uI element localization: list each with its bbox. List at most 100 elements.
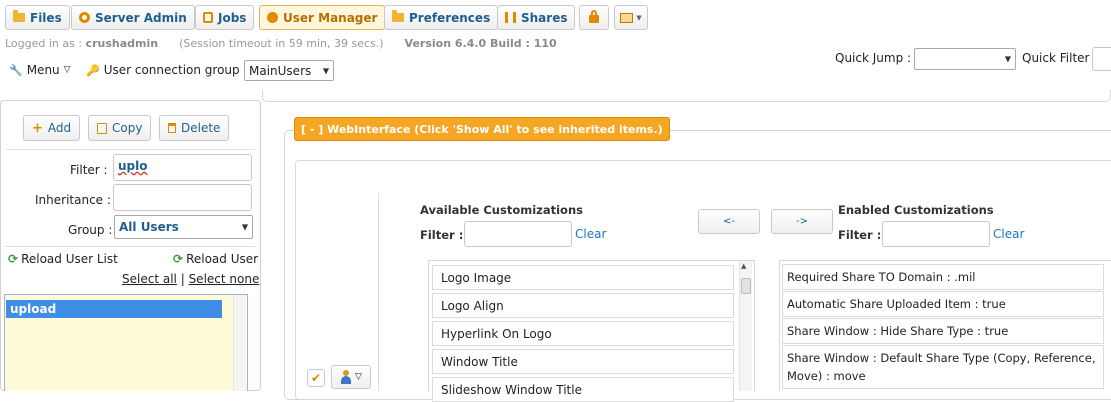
add-label: Add	[47, 121, 72, 135]
link-separator: |	[180, 272, 185, 286]
webinterface-section-header[interactable]: [ - ] WebInterface (Click 'Show All' to …	[294, 117, 670, 141]
tab-label: Jobs	[218, 10, 247, 25]
user-options-button[interactable]: ▽	[331, 365, 371, 389]
list-item[interactable]: Required Share TO Domain : .mil	[782, 264, 1104, 290]
user-filter-value: uplo	[118, 159, 148, 173]
list-item[interactable]: Window Title	[432, 349, 734, 374]
enabled-customizations-title: Enabled Customizations	[838, 203, 994, 217]
image-icon	[620, 12, 634, 23]
content-top-frame	[262, 90, 1111, 102]
move-right-button[interactable]: ->	[771, 209, 833, 234]
list-item[interactable]: Logo Align	[432, 293, 734, 318]
plus-icon: +	[32, 120, 43, 136]
add-user-button[interactable]: + Add	[23, 115, 81, 141]
caret-down-icon: ▼	[636, 13, 642, 22]
inheritance-input[interactable]	[113, 184, 252, 211]
version-text: Version 6.4.0 Build : 110	[404, 37, 557, 50]
divider	[5, 246, 255, 247]
move-left-button[interactable]: <-	[698, 209, 760, 234]
divider	[5, 149, 255, 150]
list-item[interactable]: Hyperlink On Logo	[432, 321, 734, 346]
select-none-link[interactable]: Select none	[189, 272, 260, 286]
chevron-down-icon: ▽	[355, 372, 362, 382]
tab-label: Files	[30, 10, 62, 25]
preferences-icon	[392, 10, 404, 22]
enabled-filter-input[interactable]	[882, 221, 990, 247]
reload-user-button[interactable]: ⟳ Reload User	[173, 252, 258, 266]
copy-label: Copy	[112, 121, 143, 135]
tab-files[interactable]: Files	[5, 5, 70, 30]
available-customizations-title: Available Customizations	[420, 203, 583, 217]
image-menu-button[interactable]: ▼	[614, 5, 648, 30]
menu-button[interactable]: 🔧 Menu ▽	[9, 63, 71, 77]
user-connection-group-label: 🔑 User connection group :	[86, 63, 248, 77]
tab-jobs[interactable]: Jobs	[195, 5, 255, 30]
scroll-thumb[interactable]	[741, 278, 751, 294]
filter-label: Filter :	[70, 163, 108, 177]
session-info: Logged in as : crushadmin (Session timeo…	[5, 37, 557, 50]
trash-icon	[168, 123, 176, 133]
group-label-text: User connection group :	[103, 63, 248, 77]
key-icon: 🔑	[86, 63, 100, 77]
available-list-scrollbar[interactable]: ▲	[739, 261, 752, 391]
jobs-icon	[203, 12, 213, 23]
available-filter-label: Filter :	[420, 228, 464, 242]
list-item[interactable]: Logo Image	[432, 265, 734, 290]
tab-preferences[interactable]: Preferences	[384, 5, 499, 30]
caret-down-icon: ▼	[1004, 54, 1011, 64]
list-item[interactable]: Share Window : Default Share Type (Copy,…	[782, 345, 1104, 389]
quick-filter-input[interactable]	[1092, 47, 1111, 71]
shares-icon	[505, 12, 516, 23]
group-select[interactable]: All Users ▼	[114, 215, 253, 239]
reload-icon: ⟳	[173, 252, 184, 266]
copy-user-button[interactable]: Copy	[88, 115, 152, 141]
apply-checkbox[interactable]: ✔	[307, 369, 325, 387]
tab-server-admin[interactable]: Server Admin	[71, 5, 195, 30]
list-item[interactable]: Automatic Share Uploaded Item : true	[782, 291, 1104, 317]
wrench-icon: 🔧	[9, 63, 23, 77]
reload-user-list-button[interactable]: ⟳ Reload User List	[8, 252, 118, 266]
enabled-clear-link[interactable]: Clear	[993, 227, 1024, 241]
tab-shares[interactable]: Shares	[497, 5, 576, 30]
user-list-scrollbar[interactable]	[233, 295, 246, 391]
logged-in-label: Logged in as :	[5, 37, 83, 50]
reload-user-label: Reload User	[186, 252, 259, 266]
delete-user-button[interactable]: Delete	[159, 115, 230, 141]
divider	[378, 193, 379, 391]
tab-label: Server Admin	[95, 10, 187, 25]
group-select-value: MainUsers	[249, 63, 312, 78]
group-label: Group :	[68, 223, 113, 237]
user-list-item[interactable]: upload	[6, 300, 222, 318]
reload-user-list-label: Reload User List	[21, 252, 118, 266]
tab-label: Shares	[521, 10, 568, 25]
menu-label: Menu	[26, 63, 60, 77]
available-filter-input[interactable]	[464, 221, 572, 247]
lock-icon	[589, 10, 599, 23]
username: crushadmin	[85, 37, 159, 50]
user-filter-input[interactable]: uplo	[113, 154, 252, 181]
tab-label: User Manager	[283, 10, 378, 25]
caret-down-icon: ▼	[322, 66, 329, 75]
quick-jump-select[interactable]: ▼	[914, 48, 1016, 70]
lock-button[interactable]	[579, 5, 609, 30]
user-icon	[267, 12, 278, 23]
scroll-up-icon[interactable]: ▲	[741, 262, 746, 270]
session-timeout: (Session timeout in 59 min, 39 secs.)	[179, 37, 384, 50]
delete-label: Delete	[181, 121, 221, 135]
tab-user-manager[interactable]: User Manager	[259, 5, 386, 30]
folder-icon	[13, 10, 25, 22]
chevron-down-icon: ▽	[63, 65, 71, 75]
reload-icon: ⟳	[8, 252, 19, 266]
enabled-filter-label: Filter :	[838, 228, 882, 242]
list-item[interactable]: Share Window : Hide Share Type : true	[782, 318, 1104, 344]
gear-icon	[79, 12, 90, 23]
quick-filter-label: Quick Filter	[1022, 51, 1090, 65]
user-connection-group-select[interactable]: MainUsers ▼	[244, 60, 334, 81]
available-clear-link[interactable]: Clear	[575, 227, 606, 241]
list-item[interactable]: Slideshow Window Title	[432, 377, 734, 402]
select-all-link[interactable]: Select all	[122, 272, 177, 286]
tab-label: Preferences	[409, 10, 491, 25]
quick-jump-label: Quick Jump :	[835, 51, 912, 65]
caret-down-icon: ▼	[241, 222, 248, 232]
group-select-value: All Users	[119, 220, 179, 234]
